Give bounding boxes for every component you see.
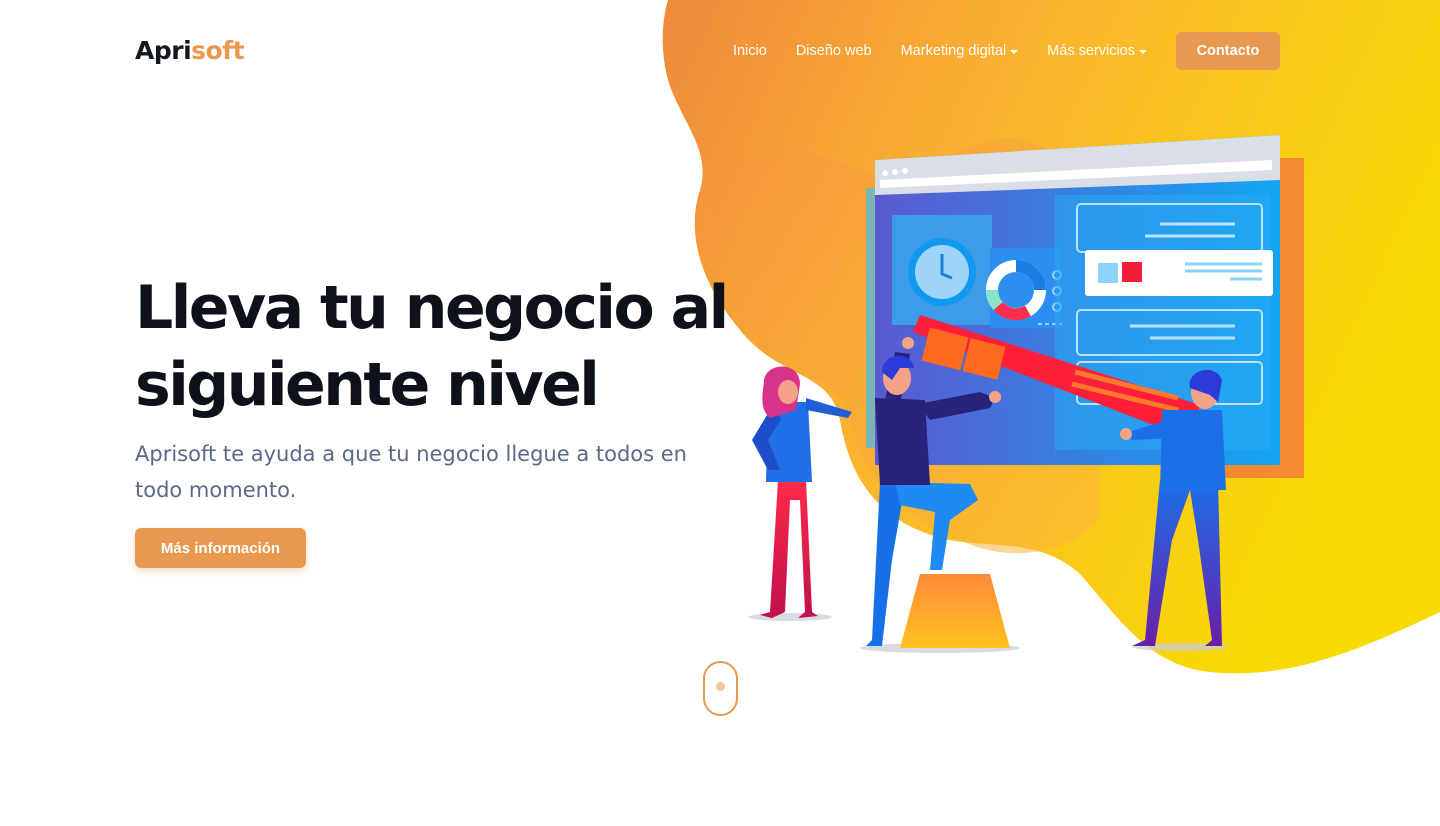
nav-item-label: Inicio <box>732 43 767 59</box>
main-nav: Inicio Diseño web Marketing digital Más … <box>733 32 1280 70</box>
caret-down-icon <box>1010 49 1019 54</box>
nav-item-mas-servicios[interactable]: Más servicios <box>1047 43 1147 59</box>
nav-item-label: Marketing digital <box>900 43 1007 59</box>
caret-down-icon <box>1139 49 1147 54</box>
hero-subtitle: Aprisoft te ayuda a que tu negocio llegu… <box>135 442 687 502</box>
hero-title: Lleva tu negocio al siguiente nivel <box>135 273 729 420</box>
mouse-scroll-icon[interactable] <box>703 661 738 716</box>
nav-item-diseno-web[interactable]: Diseño web <box>796 43 872 59</box>
nav-item-marketing-digital[interactable]: Marketing digital <box>901 43 1019 59</box>
scroll-wheel-dot <box>716 682 725 691</box>
brand-logo-part1: Apri <box>135 36 192 65</box>
contact-button[interactable]: Contacto <box>1176 32 1280 70</box>
brand-logo[interactable]: Aprisoft <box>135 36 245 65</box>
nav-item-label: Más servicios <box>1047 43 1135 59</box>
nav-item-inicio[interactable]: Inicio <box>733 43 767 59</box>
brand-logo-part2: soft <box>191 36 245 65</box>
more-info-button[interactable]: Más información <box>135 528 306 568</box>
nav-item-label: Diseño web <box>795 43 872 59</box>
